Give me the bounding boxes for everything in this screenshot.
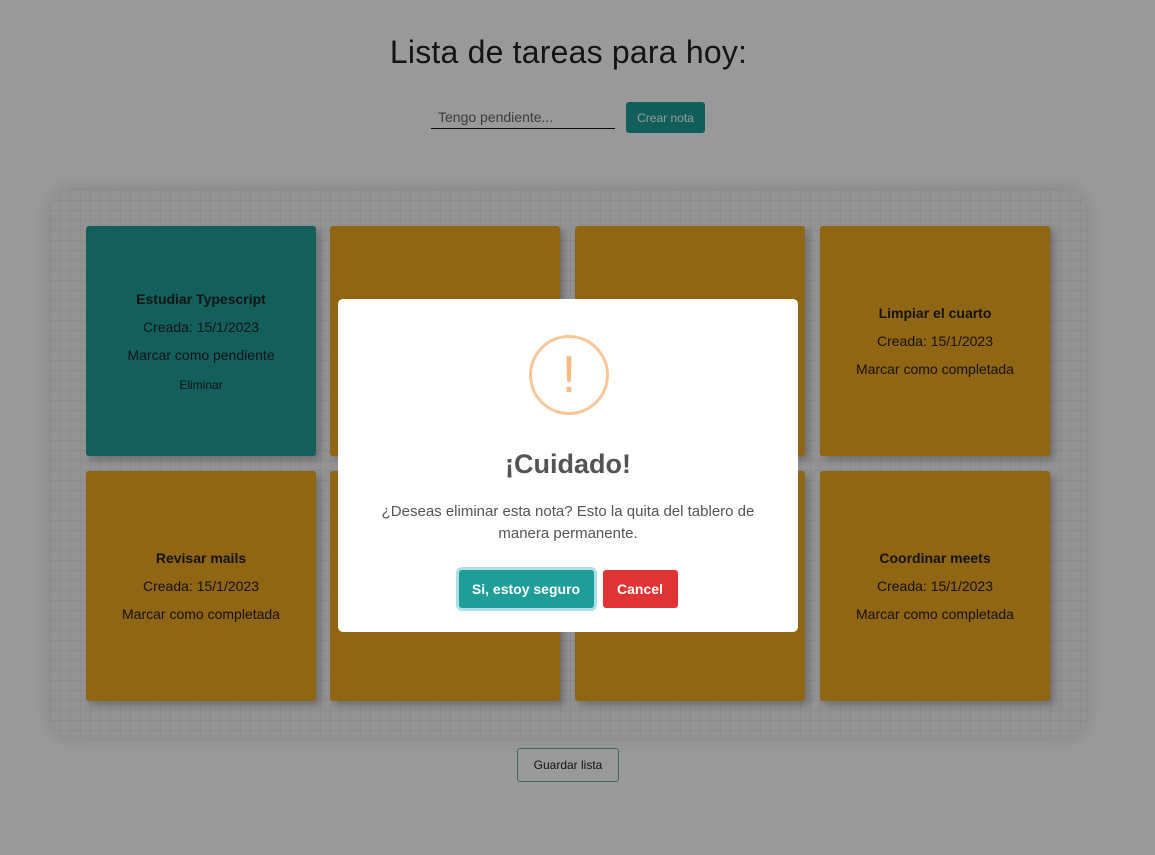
dialog-title: ¡Cuidado! — [505, 449, 631, 479]
confirm-button[interactable]: Si, estoy seguro — [458, 570, 594, 608]
confirm-delete-dialog: ! ¡Cuidado! ¿Deseas eliminar esta nota? … — [338, 299, 798, 632]
dialog-message: ¿Deseas eliminar esta nota? Esto la quit… — [381, 503, 755, 542]
dialog-actions: Si, estoy seguro Cancel — [338, 570, 798, 608]
exclamation-icon: ! — [529, 335, 609, 415]
cancel-button[interactable]: Cancel — [602, 570, 678, 608]
